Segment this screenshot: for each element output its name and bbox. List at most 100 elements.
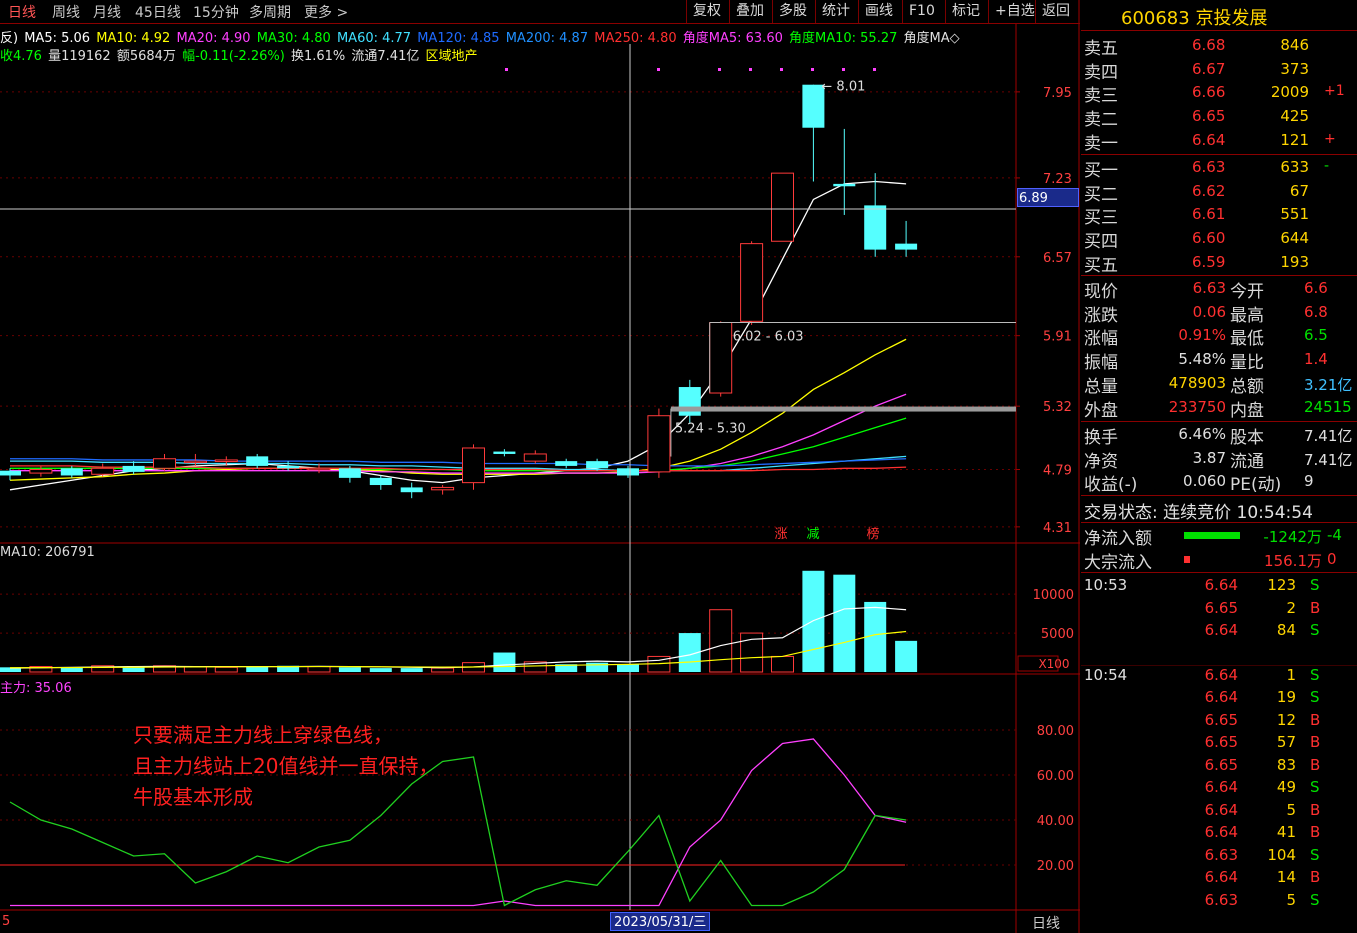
candle-body: [246, 456, 269, 466]
quote-label: 流通: [1230, 451, 1264, 472]
level-price: 6.59: [1192, 252, 1226, 271]
candle-body: [0, 470, 21, 476]
tab-period-2[interactable]: 月线: [93, 2, 121, 22]
tab-period-0[interactable]: 日线: [8, 2, 36, 22]
order-book-row[interactable]: 卖五 6.68 846: [1084, 34, 1357, 59]
tick-price: 6.64: [1204, 665, 1238, 684]
main-force-axis-label: 20.00: [1037, 859, 1074, 874]
tick-direction: B: [1310, 755, 1321, 774]
toolbar-button-3[interactable]: 统计: [815, 0, 856, 23]
tick-direction: B: [1310, 598, 1321, 617]
indicator-value: 流通7.41亿: [351, 49, 424, 64]
candle-body: [617, 468, 639, 476]
order-book-row[interactable]: 卖二 6.65 425: [1084, 105, 1357, 130]
quote-row: 涨幅 0.91% 最低 6.5: [1084, 324, 1357, 349]
signal-dot: [749, 68, 752, 71]
toolbar-button-0[interactable]: 复权: [686, 0, 727, 23]
tick-price: 6.64: [1204, 868, 1238, 886]
toolbar-button-7[interactable]: +自选: [988, 0, 1041, 23]
order-book-row[interactable]: 卖一 6.64 121 +: [1084, 129, 1357, 154]
volume-bar: [833, 574, 856, 672]
toolbar-button-5[interactable]: F10: [902, 0, 941, 23]
level-change: +1: [1324, 83, 1345, 100]
candle-body: [586, 461, 609, 469]
toolbar-button-4[interactable]: 画线: [858, 0, 899, 23]
stock-title[interactable]: 600683 京投发展: [1121, 4, 1267, 30]
tick-volume: 41: [1276, 823, 1296, 841]
quote-value: 5.48%: [1178, 350, 1226, 369]
order-book-row[interactable]: 买四 6.60 644: [1084, 227, 1357, 252]
price-axis-label: 5.91: [1043, 330, 1072, 345]
tick-direction: B: [1310, 868, 1321, 886]
event-marker: 涨: [774, 527, 787, 542]
volume-bar: [307, 666, 331, 673]
flow-value: -1242万: [1263, 528, 1322, 546]
tab-period-5[interactable]: 多周期: [249, 2, 291, 22]
quote-row: 外盘 233750 内盘 24515: [1084, 396, 1357, 421]
tick-direction: B: [1310, 823, 1321, 841]
toolbar-button-8[interactable]: 返回: [1035, 0, 1076, 23]
tick-volume: 84: [1276, 621, 1296, 639]
indicator-value: 量119162: [48, 49, 115, 64]
order-book-row[interactable]: 卖三 6.66 2009 +1: [1084, 81, 1357, 106]
indicator-value: 收4.76: [0, 49, 47, 64]
order-book-row[interactable]: 买五 6.59 193: [1084, 251, 1357, 276]
volume-bar: [493, 652, 516, 672]
order-book-row[interactable]: 买二 6.62 67: [1084, 180, 1357, 205]
tab-period-1[interactable]: 周线: [52, 2, 80, 22]
tick-volume: 49: [1276, 778, 1296, 796]
level-price: 6.60: [1192, 229, 1226, 248]
tab-period-4[interactable]: 15分钟: [193, 2, 239, 22]
indicator-value: 幅-0.11(-2.26%): [182, 49, 289, 64]
tab-period-3[interactable]: 45日线: [135, 2, 181, 22]
main-force-label: 主力: 35.06: [0, 681, 72, 696]
quote-row: 振幅 5.48% 量比 1.4: [1084, 348, 1357, 374]
flow-label: 大宗流入: [1084, 552, 1152, 573]
candle-body: [400, 487, 423, 493]
quote-value: 3.21亿: [1304, 375, 1353, 394]
volume-bar: [617, 664, 639, 672]
price-axis-label: 4.79: [1043, 463, 1072, 478]
quote-row: 收益(-) 0.060 PE(动) 9: [1084, 470, 1357, 495]
toolbar-button-1[interactable]: 叠加: [729, 0, 770, 23]
indicator-value: MA10: 4.92: [96, 31, 175, 46]
ma-indicator-line: 反) MA5: 5.06 MA10: 4.92 MA20: 4.90 MA30:…: [0, 27, 962, 46]
tick-direction: S: [1310, 665, 1320, 684]
event-marker: 榜: [866, 526, 879, 542]
tick-row: 6.64 19 S: [1084, 688, 1357, 710]
quote-value: 7.41亿: [1304, 427, 1353, 445]
flow-tail: -4: [1327, 526, 1342, 544]
high-price-label: ← 8.01: [821, 80, 865, 95]
volume-bar: [246, 666, 269, 672]
candle-body: [523, 453, 547, 462]
level-price: 6.63: [1192, 158, 1226, 176]
tick-direction: S: [1310, 576, 1320, 594]
indicator-value: 角度MA◇: [903, 31, 960, 46]
signal-dot: [780, 68, 783, 71]
order-book-row[interactable]: 卖四 6.67 373: [1084, 58, 1357, 83]
period-label[interactable]: 日线: [1032, 913, 1060, 933]
toolbar-button-2[interactable]: 多股: [772, 0, 813, 23]
level-qty: 644: [1280, 229, 1309, 248]
level-label: 买五: [1084, 255, 1118, 276]
tick-row: 6.65 83 B: [1084, 756, 1357, 778]
indicator-value: 区域地产: [425, 49, 478, 64]
tick-volume: 14: [1276, 868, 1296, 886]
candle-body: [864, 205, 887, 250]
quote-value: 7.41亿: [1304, 450, 1353, 469]
quote-row: 现价 6.63 今开 6.6: [1084, 277, 1357, 302]
level-qty: 633: [1280, 158, 1309, 176]
order-book-row[interactable]: 买三 6.61 551: [1084, 203, 1357, 228]
quote-value: 6.5: [1304, 326, 1328, 345]
tab-period-6[interactable]: 更多 >: [304, 2, 348, 22]
tick-row: 6.63 104 S: [1084, 846, 1357, 868]
quote-value: 6.8: [1304, 302, 1328, 321]
order-book-row[interactable]: 买一 6.63 633-: [1084, 156, 1357, 181]
toolbar-button-6[interactable]: 标记: [945, 0, 986, 23]
tick-price: 6.65: [1204, 755, 1238, 774]
candle-body: [555, 461, 578, 466]
level-price: 6.61: [1192, 205, 1226, 224]
quote-label: 量比: [1230, 353, 1264, 374]
tick-row: 6.64 41 B: [1084, 823, 1357, 845]
quote-row: 总量 478903 总额 3.21亿: [1084, 372, 1357, 397]
